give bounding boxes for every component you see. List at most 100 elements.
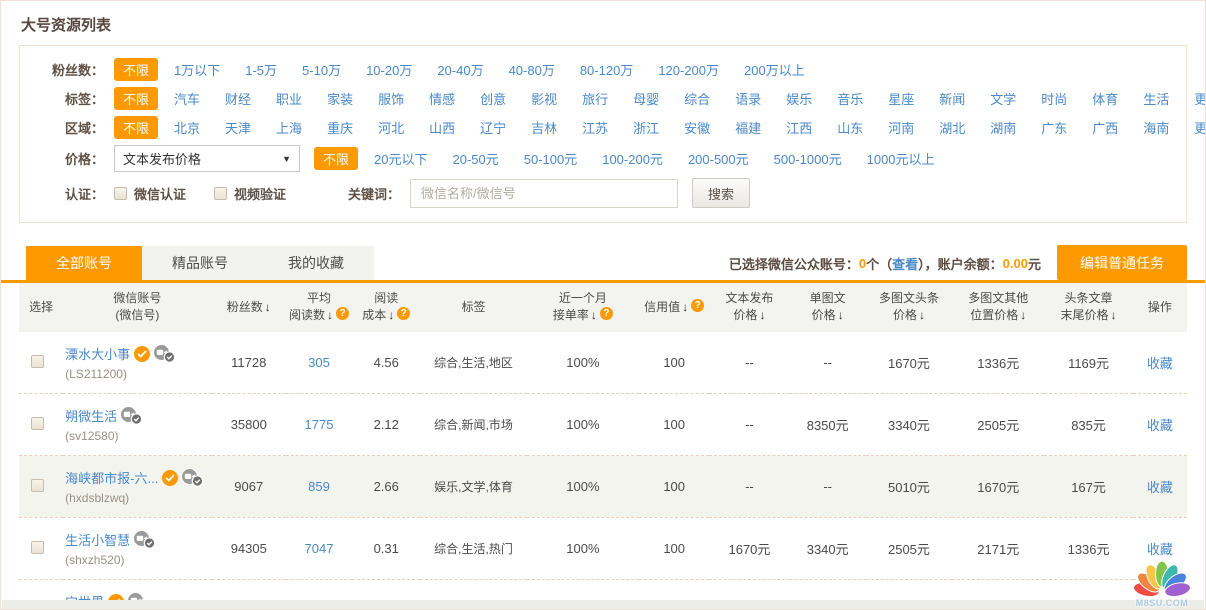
help-icon[interactable]: ? — [600, 307, 613, 320]
filter-option[interactable]: 广东 — [1041, 121, 1067, 136]
price-type-select[interactable]: 文本发布价格 — [114, 145, 300, 172]
filter-option[interactable]: 上海 — [276, 121, 302, 136]
sort-desc-icon[interactable]: ↓ — [1020, 308, 1026, 322]
sort-desc-icon[interactable]: ↓ — [327, 308, 333, 322]
row-checkbox[interactable] — [31, 417, 44, 430]
filter-option[interactable]: 200万以上 — [744, 63, 805, 78]
favorite-link[interactable]: 收藏 — [1147, 356, 1173, 371]
tab-my-favorites[interactable]: 我的收藏 — [258, 246, 374, 280]
filter-option[interactable]: 文学 — [990, 92, 1016, 107]
avg-reads-link[interactable]: 1775 — [305, 417, 334, 432]
filter-option[interactable]: 体育 — [1092, 92, 1118, 107]
favorite-link[interactable]: 收藏 — [1147, 480, 1173, 495]
column-header-headline_end_price[interactable]: 头条文章末尾价格↓ — [1044, 283, 1132, 332]
filter-option[interactable]: 吉林 — [531, 121, 557, 136]
filter-option[interactable]: 河北 — [378, 121, 404, 136]
edit-task-button[interactable]: 编辑普通任务 — [1057, 245, 1187, 280]
tags-unlimited-button[interactable]: 不限 — [114, 87, 158, 110]
filter-option[interactable]: 服饰 — [378, 92, 404, 107]
filter-option[interactable]: 音乐 — [837, 92, 863, 107]
filter-option[interactable]: 旅行 — [582, 92, 608, 107]
account-name-link[interactable]: 生活小智慧 — [65, 530, 130, 549]
avg-reads-link[interactable]: 7047 — [305, 541, 334, 556]
column-header-credit[interactable]: 信用值↓? — [639, 283, 709, 332]
filter-option[interactable]: 20-50元 — [452, 152, 498, 167]
filter-option[interactable]: 福建 — [735, 121, 761, 136]
filter-option[interactable]: 1万以下 — [174, 63, 220, 78]
filter-option[interactable]: 500-1000元 — [774, 152, 842, 167]
filter-option[interactable]: 江苏 — [582, 121, 608, 136]
region-unlimited-button[interactable]: 不限 — [114, 116, 158, 139]
filter-option[interactable]: 安徽 — [684, 121, 710, 136]
sort-desc-icon[interactable]: ↓ — [838, 308, 844, 322]
filter-option[interactable]: 海南 — [1143, 121, 1169, 136]
filter-option[interactable]: 语录 — [735, 92, 761, 107]
filter-option[interactable]: 广西 — [1092, 121, 1118, 136]
filter-option[interactable]: 10-20万 — [366, 63, 412, 78]
price-unlimited-button[interactable]: 不限 — [314, 147, 358, 170]
filter-option[interactable]: 影视 — [531, 92, 557, 107]
filter-option[interactable]: 5-10万 — [302, 63, 341, 78]
filter-option[interactable]: 生活 — [1143, 92, 1169, 107]
more-regions-link[interactable]: 更多区域 — [1194, 118, 1206, 137]
account-name-link[interactable]: 溧水大小事 — [65, 344, 130, 363]
favorite-link[interactable]: 收藏 — [1147, 418, 1173, 433]
wechat-cert-checkbox[interactable]: 微信认证 — [114, 184, 186, 203]
filter-option[interactable]: 80-120万 — [580, 63, 633, 78]
filter-option[interactable]: 山东 — [837, 121, 863, 136]
tab-all-accounts[interactable]: 全部账号 — [26, 246, 142, 280]
fans-unlimited-button[interactable]: 不限 — [114, 58, 158, 81]
filter-option[interactable]: 200-500元 — [688, 152, 749, 167]
filter-option[interactable]: 汽车 — [174, 92, 200, 107]
filter-option[interactable]: 天津 — [225, 121, 251, 136]
filter-option[interactable]: 浙江 — [633, 121, 659, 136]
column-header-single_price[interactable]: 单图文价格↓ — [790, 283, 866, 332]
column-header-read_cost[interactable]: 阅读成本↓? — [352, 283, 420, 332]
column-header-text_price[interactable]: 文本发布价格↓ — [709, 283, 789, 332]
filter-option[interactable]: 河南 — [888, 121, 914, 136]
filter-option[interactable]: 120-200万 — [658, 63, 719, 78]
sort-desc-icon[interactable]: ↓ — [919, 308, 925, 322]
filter-option[interactable]: 创意 — [480, 92, 506, 107]
keyword-input[interactable] — [410, 179, 678, 208]
filter-option[interactable]: 娱乐 — [786, 92, 812, 107]
row-checkbox[interactable] — [31, 355, 44, 368]
filter-option[interactable]: 40-80万 — [509, 63, 555, 78]
filter-option[interactable]: 20元以下 — [374, 152, 427, 167]
filter-option[interactable]: 北京 — [174, 121, 200, 136]
sort-desc-icon[interactable]: ↓ — [759, 308, 765, 322]
filter-option[interactable]: 山西 — [429, 121, 455, 136]
filter-option[interactable]: 辽宁 — [480, 121, 506, 136]
sort-desc-icon[interactable]: ↓ — [591, 308, 597, 322]
sort-desc-icon[interactable]: ↓ — [682, 300, 688, 314]
checkbox-icon[interactable] — [114, 187, 127, 200]
column-header-order_rate[interactable]: 近一个月接单率↓? — [527, 283, 639, 332]
column-header-multi_head_price[interactable]: 多图文头条价格↓ — [866, 283, 952, 332]
avg-reads-link[interactable]: 859 — [308, 479, 330, 494]
view-selected-link[interactable]: 查看 — [892, 254, 918, 273]
filter-option[interactable]: 50-100元 — [524, 152, 577, 167]
column-header-fans[interactable]: 粉丝数↓ — [212, 283, 286, 332]
filter-option[interactable]: 母婴 — [633, 92, 659, 107]
help-icon[interactable]: ? — [397, 307, 410, 320]
help-icon[interactable]: ? — [336, 307, 349, 320]
filter-option[interactable]: 时尚 — [1041, 92, 1067, 107]
filter-option[interactable]: 新闻 — [939, 92, 965, 107]
filter-option[interactable]: 家装 — [327, 92, 353, 107]
column-header-avg_reads[interactable]: 平均阅读数↓? — [286, 283, 352, 332]
filter-option[interactable]: 重庆 — [327, 121, 353, 136]
sort-desc-icon[interactable]: ↓ — [265, 300, 271, 314]
filter-option[interactable]: 100-200元 — [602, 152, 663, 167]
filter-option[interactable]: 1-5万 — [245, 63, 277, 78]
row-checkbox[interactable] — [31, 479, 44, 492]
filter-option[interactable]: 情感 — [429, 92, 455, 107]
help-icon[interactable]: ? — [691, 299, 704, 312]
tab-premium-accounts[interactable]: 精品账号 — [142, 246, 258, 280]
filter-option[interactable]: 星座 — [888, 92, 914, 107]
checkbox-icon[interactable] — [214, 187, 227, 200]
row-checkbox[interactable] — [31, 541, 44, 554]
filter-option[interactable]: 职业 — [276, 92, 302, 107]
filter-option[interactable]: 江西 — [786, 121, 812, 136]
account-name-link[interactable]: 海峡都市报-六... — [65, 468, 158, 487]
more-tags-link[interactable]: 更多标签 — [1194, 89, 1206, 108]
